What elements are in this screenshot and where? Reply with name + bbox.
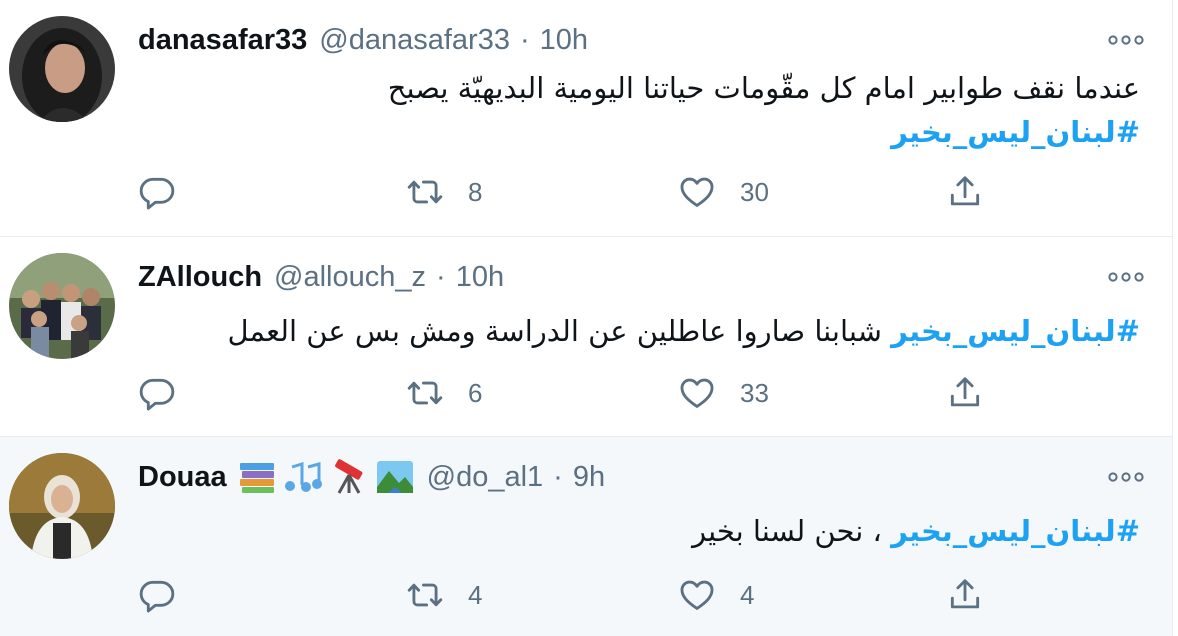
reply-button[interactable] xyxy=(138,170,176,214)
tweet-text-line: عندما نقف طوابير امام كل مقّومات حياتنا … xyxy=(387,71,1140,105)
user-handle[interactable]: @danasafar33 xyxy=(319,24,510,57)
like-button[interactable]: 30 xyxy=(678,170,769,214)
reply-icon xyxy=(139,177,175,210)
user-handle[interactable]: @allouch_z xyxy=(274,261,426,294)
retweet-count: 4 xyxy=(468,579,483,610)
like-count: 33 xyxy=(740,377,769,408)
display-name[interactable]: Douaa xyxy=(138,461,227,494)
name-emojis xyxy=(237,459,415,495)
user-handle[interactable]: @do_al1 xyxy=(427,461,544,494)
more-icon[interactable] xyxy=(1106,267,1146,287)
avatar-photo xyxy=(9,453,115,559)
like-count: 30 xyxy=(740,176,769,207)
tweet-header: Douaa @do_al1 · 9h xyxy=(138,457,605,497)
timestamp[interactable]: 10h xyxy=(540,24,588,57)
hashtag-link[interactable]: #لبنان_ليس_بخير xyxy=(891,514,1140,548)
retweet-count: 6 xyxy=(468,377,483,408)
more-icon[interactable] xyxy=(1106,30,1146,50)
tweet-actions: 8 30 xyxy=(138,170,1018,214)
reply-button[interactable] xyxy=(138,573,176,617)
share-icon xyxy=(950,176,980,206)
musical-notes-emoji xyxy=(284,461,322,492)
tweet-text: #لبنان_ليس_بخير شبابنا صاروا عاطلين عن ا… xyxy=(138,309,1140,353)
separator: · xyxy=(553,460,563,493)
timestamp[interactable]: 9h xyxy=(573,461,605,494)
retweet-button[interactable]: 6 xyxy=(406,371,482,415)
avatar[interactable] xyxy=(9,253,115,359)
avatar-photo xyxy=(9,16,115,122)
hashtag-link[interactable]: #لبنان_ليس_بخير xyxy=(891,115,1140,149)
reply-icon xyxy=(139,580,175,613)
tweet-text-line: ، نحن لسنا بخير xyxy=(692,514,882,548)
reply-button[interactable] xyxy=(138,371,176,415)
like-count: 4 xyxy=(740,579,755,610)
retweet-icon xyxy=(407,180,443,204)
tweet-text: عندما نقف طوابير امام كل مقّومات حياتنا … xyxy=(138,66,1140,154)
telescope-emoji xyxy=(334,459,363,494)
retweet-count: 8 xyxy=(468,176,483,207)
tweet[interactable]: ZAllouch @allouch_z · 10h #لبنان_ليس_بخي… xyxy=(0,237,1172,437)
hashtag-link[interactable]: #لبنان_ليس_بخير xyxy=(891,314,1140,348)
share-icon xyxy=(950,377,980,407)
national-park-emoji xyxy=(376,461,413,493)
tweet[interactable]: danasafar33 @danasafar33 · 10h عندما نقف… xyxy=(0,0,1172,237)
tweet-header: danasafar33 @danasafar33 · 10h xyxy=(138,20,588,60)
tweet-actions: 6 33 xyxy=(138,371,1018,415)
more-icon[interactable] xyxy=(1106,467,1146,487)
avatar-photo xyxy=(9,253,115,359)
share-icon xyxy=(950,579,980,609)
share-button[interactable] xyxy=(946,573,984,617)
separator: · xyxy=(436,260,446,293)
tweet-actions: 4 4 xyxy=(138,573,1018,617)
share-button[interactable] xyxy=(946,170,984,214)
like-icon xyxy=(680,177,714,207)
books-emoji xyxy=(239,463,274,493)
timestamp[interactable]: 10h xyxy=(456,261,504,294)
like-icon xyxy=(680,580,714,610)
tweet-text: #لبنان_ليس_بخير ، نحن لسنا بخير xyxy=(138,509,1140,553)
reply-icon xyxy=(139,378,175,411)
avatar[interactable] xyxy=(9,453,115,559)
tweet[interactable]: Douaa @do_al1 · 9h #لبنان_ليس_بخير ، نحن… xyxy=(0,437,1172,636)
display-name[interactable]: danasafar33 xyxy=(138,24,307,57)
avatar[interactable] xyxy=(9,16,115,122)
display-name[interactable]: ZAllouch xyxy=(138,261,262,294)
like-icon xyxy=(680,378,714,408)
timeline-feed: danasafar33 @danasafar33 · 10h عندما نقف… xyxy=(0,0,1173,636)
separator: · xyxy=(519,23,530,56)
retweet-button[interactable]: 4 xyxy=(406,573,482,617)
like-button[interactable]: 4 xyxy=(678,573,754,617)
like-button[interactable]: 33 xyxy=(678,371,769,415)
share-button[interactable] xyxy=(946,371,984,415)
tweet-header: ZAllouch @allouch_z · 10h xyxy=(138,257,504,297)
tweet-text-line: شبابنا صاروا عاطلين عن الدراسة ومش بس عن… xyxy=(227,314,882,348)
retweet-icon xyxy=(407,381,443,405)
retweet-icon xyxy=(407,583,443,607)
retweet-button[interactable]: 8 xyxy=(406,170,482,214)
